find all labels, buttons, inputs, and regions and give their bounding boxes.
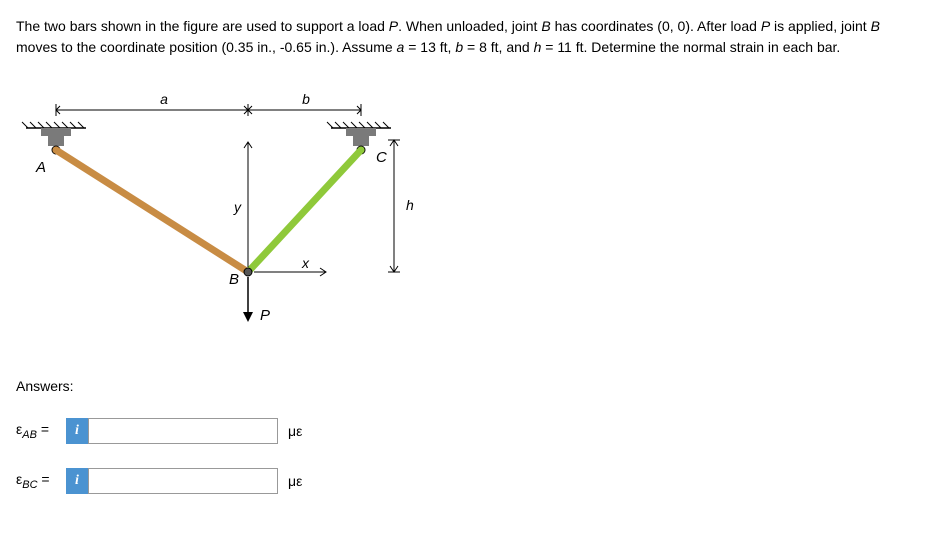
info-icon: i [75,473,79,489]
unit-ab: με [288,423,302,439]
problem-statement: The two bars shown in the figure are use… [16,16,923,58]
answer-row-ab: εAB = i με [16,418,923,444]
info-button-ab[interactable]: i [66,418,88,444]
pin-b [244,268,252,276]
dim-a-label: a [160,91,168,107]
joint-b-label: B [229,271,239,288]
answer-row-bc: εBC = i με [16,468,923,494]
joint-c-label: C [376,149,387,166]
dim-b-label: b [302,91,310,107]
bar-bc [248,150,361,272]
truss-figure: a b A C B y [16,82,436,342]
answers-heading: Answers: [16,378,923,394]
support-c [327,122,391,146]
y-axis-label: y [233,199,242,215]
info-icon: i [75,423,79,439]
answer-label-bc: εBC = [16,471,66,491]
answers-section: Answers: εAB = i με εBC = i με [16,378,923,494]
bar-ab [56,150,248,272]
dim-h-label: h [406,197,414,213]
load-p-label: P [260,307,270,324]
joint-a-label: A [35,159,46,176]
x-axis-label: x [301,255,310,271]
input-epsilon-bc[interactable] [88,468,278,494]
support-a [22,122,86,146]
unit-bc: με [288,473,302,489]
input-epsilon-ab[interactable] [88,418,278,444]
answer-label-ab: εAB = [16,421,66,441]
info-button-bc[interactable]: i [66,468,88,494]
